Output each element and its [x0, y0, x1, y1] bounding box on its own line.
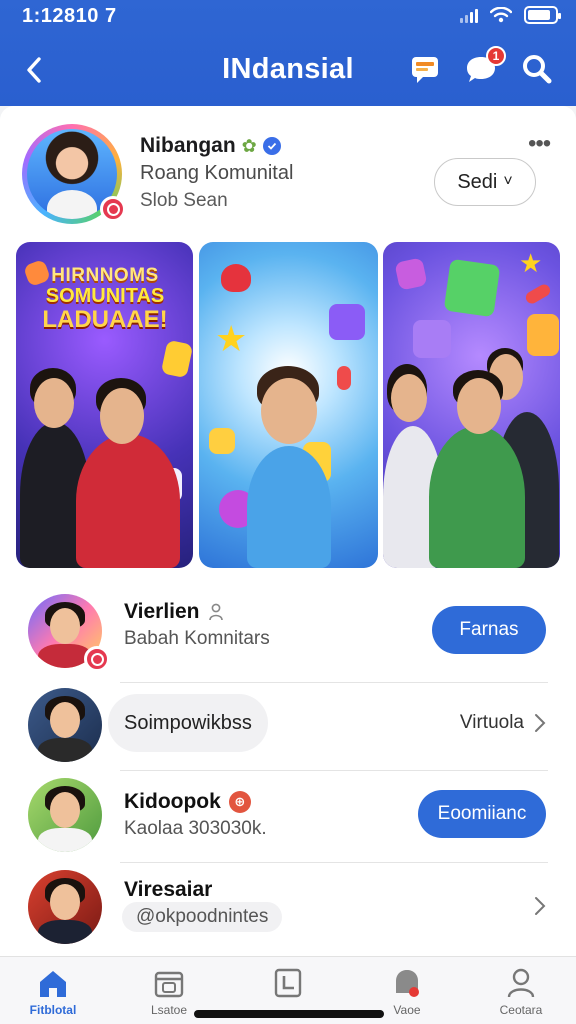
profile-action-button[interactable]: Sedi ˅ [434, 158, 536, 206]
wifi-icon [490, 7, 512, 23]
list-avatar[interactable] [28, 778, 102, 852]
avatar-tile-icon [413, 320, 451, 358]
notification-badge: 1 [486, 46, 506, 66]
battery-icon [524, 6, 561, 24]
message-icon [412, 57, 438, 83]
flower-icon: ✿ [241, 135, 257, 156]
game-tile-icon [394, 257, 428, 291]
profile-avatar[interactable] [22, 124, 126, 224]
list-item-title: Vierlien [124, 600, 224, 624]
list-action-button[interactable]: Eoomiianc [418, 790, 546, 838]
signal-icon [460, 7, 478, 23]
book-icon [274, 968, 302, 998]
divider [120, 682, 548, 683]
person-face [34, 378, 74, 428]
heart-icon [221, 264, 251, 292]
chat-button[interactable]: 1 [464, 46, 506, 86]
list-action-button[interactable]: Farnas [432, 606, 546, 654]
status-bar: 1:12810 7 [0, 0, 576, 34]
chevron-right-icon [535, 897, 546, 915]
list-avatar[interactable] [28, 688, 102, 762]
person-face [391, 374, 427, 422]
profile-meta: Slob Sean [140, 190, 228, 211]
confetti-icon [523, 282, 553, 306]
profile-action-label: Sedi [457, 170, 498, 193]
profile-name: Nibangan [140, 134, 236, 157]
home-icon [40, 971, 66, 997]
banner-line-2: SOMUNITAS [45, 284, 165, 307]
divider [120, 862, 548, 863]
star-icon: ★ [215, 318, 248, 359]
avatar-tile-icon [527, 314, 559, 356]
banner-line-3: LADUAAE! [42, 305, 168, 333]
star-icon: ★ [519, 248, 543, 278]
chevron-down-icon: ˅ [503, 173, 513, 190]
divider [120, 770, 548, 771]
profile-subtitle: Roang Komunital [140, 162, 294, 184]
avatar-tile-icon [443, 258, 501, 318]
live-badge-icon [84, 646, 110, 672]
home-indicator [194, 1010, 384, 1018]
status-time: 1:12810 7 [22, 5, 117, 27]
gallery-card-group[interactable]: ★ [383, 242, 560, 568]
bell-icon [396, 970, 419, 997]
more-options-icon[interactable]: ••• [528, 130, 551, 158]
messages-button[interactable] [408, 52, 442, 86]
search-icon [523, 55, 552, 84]
gallery-card-child[interactable]: ★ [199, 242, 378, 568]
list-item-handle: @okpoodnintes [122, 902, 283, 932]
list-item-title: Kidoopok ⊕ [124, 790, 251, 814]
nav-item-profile[interactable]: Ceotara [476, 967, 566, 1017]
person-face [457, 378, 501, 434]
nav-item-home[interactable]: Fitblotal [8, 967, 98, 1017]
list-item-pill[interactable]: Soimpowikbss [108, 694, 268, 752]
list-item-title: Viresaiar [124, 878, 213, 901]
gallery-card-banner[interactable]: HIRNNOMS SOMUNITAS LADUAAE! [16, 242, 193, 568]
game-tile-icon [329, 304, 365, 340]
status-icons [460, 6, 561, 24]
list-action-link[interactable]: Virtuola [460, 712, 546, 734]
app-header: 1:12810 7 INdansial 1 [0, 0, 576, 106]
list-item-subtitle: Kaolaa 303030k. [124, 818, 267, 839]
list-chevron-link[interactable] [534, 896, 546, 916]
card-tile-icon [209, 428, 235, 454]
gift-icon: ⊕ [228, 791, 251, 813]
card-tile-icon [160, 339, 193, 379]
child-face [261, 378, 317, 444]
list-avatar[interactable] [28, 870, 102, 944]
profile-icon [507, 968, 535, 998]
banner-line-1: HIRNNOMS [51, 265, 159, 286]
confetti-icon [337, 366, 351, 390]
banner-title: HIRNNOMS SOMUNITAS LADUAAE! [26, 265, 184, 333]
search-button[interactable] [520, 52, 554, 86]
verified-icon [262, 137, 281, 155]
profile-name-row: Nibangan ✿ [140, 134, 281, 158]
list-item-subtitle: Babah Komnitars [124, 628, 270, 649]
nav-item-library[interactable] [243, 967, 333, 1003]
person-icon [208, 603, 223, 621]
calendar-icon [154, 971, 184, 998]
chevron-right-icon [535, 714, 546, 732]
person-face [100, 388, 144, 444]
live-badge-icon [100, 196, 126, 222]
